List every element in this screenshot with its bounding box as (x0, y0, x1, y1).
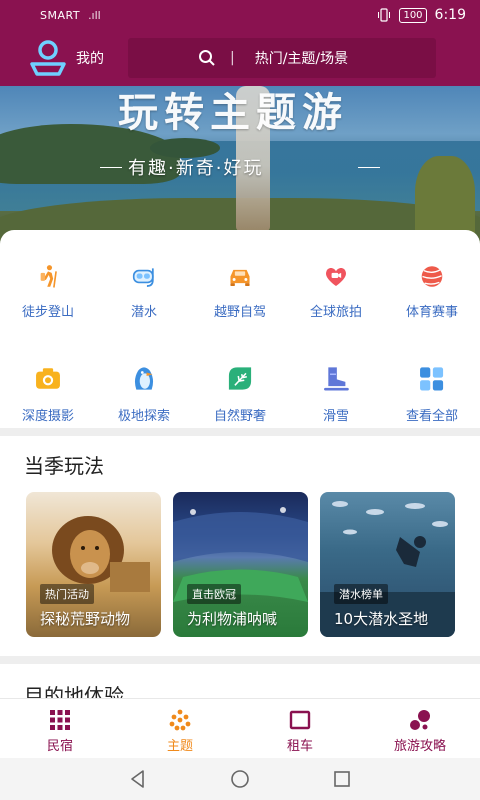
category-label: 深度摄影 (21, 409, 74, 424)
nav-car-rental[interactable]: 租车 (240, 699, 360, 758)
season-card[interactable]: 直击欧冠 为利物浦呐喊 (173, 492, 308, 637)
search-icon (199, 50, 215, 66)
card-tag: 热门活动 (40, 584, 94, 604)
category-label: 全球旅拍 (309, 305, 362, 320)
section-divider (0, 428, 480, 436)
search-divider: | (230, 50, 235, 66)
home-icon[interactable] (229, 768, 251, 790)
season-section-title: 当季玩法 (24, 454, 104, 478)
category-label: 极地探索 (117, 409, 170, 424)
signal-icon: .ıll (88, 8, 101, 22)
lion-image (52, 516, 150, 592)
category-label: 查看全部 (405, 409, 458, 424)
user-icon (30, 40, 66, 76)
clock: 6:19 (434, 7, 466, 23)
category-offroad[interactable]: 越野自驾 (192, 230, 288, 320)
section-divider (0, 656, 480, 664)
theme-banner[interactable]: 玩转主题游 有趣·新奇·好玩 (0, 86, 480, 246)
category-row-1: 徒步登山 潜水 越野自驾 全球旅拍 体育赛事 (0, 230, 480, 334)
card-tag: 直击欧冠 (187, 584, 241, 604)
bubbles-icon (410, 710, 430, 730)
system-nav-bar (0, 758, 480, 800)
theme-dots-icon (169, 709, 191, 731)
card-title: 探秘荒野动物 (40, 610, 131, 628)
grid-icon (420, 367, 444, 391)
season-card[interactable]: 潜水榜单 10大潜水圣地 (320, 492, 455, 637)
diving-mask-icon (132, 268, 154, 287)
category-row-2: 深度摄影 极地探索 自然野奢 滑雪 查看全部 (0, 334, 480, 424)
nav-theme[interactable]: 主题 (120, 699, 240, 758)
card-title: 为利物浦呐喊 (187, 610, 278, 628)
ski-boot-icon (324, 367, 349, 391)
category-label: 体育赛事 (405, 305, 458, 320)
penguin-icon (134, 367, 154, 390)
season-card[interactable]: 热门活动 探秘荒野动物 (26, 492, 161, 637)
recents-icon[interactable] (331, 768, 353, 790)
search-bar[interactable]: | 热门/主题/场景 (128, 38, 436, 78)
ball-icon (421, 266, 443, 287)
hiking-icon (40, 265, 57, 288)
battery-level: 100 (399, 7, 427, 23)
category-photography[interactable]: 深度摄影 (0, 334, 96, 424)
category-label: 徒步登山 (21, 305, 74, 320)
my-account-label: 我的 (76, 51, 104, 67)
card-title: 10大潜水圣地 (334, 610, 429, 628)
heart-camera-icon (326, 268, 346, 287)
category-view-all[interactable]: 查看全部 (384, 334, 480, 424)
season-cards: 热门活动 探秘荒野动物 直击欧冠 为利物浦呐喊 潜水榜单 10大潜水圣地 (26, 492, 455, 637)
my-account-button[interactable]: 我的 (0, 38, 128, 78)
category-global-photo[interactable]: 全球旅拍 (288, 230, 384, 320)
car-icon (230, 269, 250, 287)
nav-label: 旅游攻略 (393, 739, 446, 754)
app-header: 我的 | 热门/主题/场景 (0, 30, 480, 86)
category-label: 滑雪 (322, 409, 349, 424)
back-icon[interactable] (127, 768, 149, 790)
nav-label: 租车 (286, 739, 313, 754)
category-panel: 徒步登山 潜水 越野自驾 全球旅拍 体育赛事 深度摄影 极地探索 自然野奢 滑雪… (0, 230, 480, 430)
status-bar: SMART .ıll 100 6:19 (0, 0, 480, 30)
category-label: 越野自驾 (213, 305, 266, 320)
banner-subtitle: 有趣·新奇·好玩 (128, 158, 264, 179)
category-polar[interactable]: 极地探索 (96, 334, 192, 424)
banner-title: 玩转主题游 (118, 90, 348, 136)
leaf-icon (228, 367, 252, 390)
category-nature[interactable]: 自然野奢 (192, 334, 288, 424)
carrier-name: SMART (40, 8, 81, 22)
category-sports-events[interactable]: 体育赛事 (384, 230, 480, 320)
nav-label: 民宿 (46, 739, 73, 754)
category-diving[interactable]: 潜水 (96, 230, 192, 320)
vibrate-icon (378, 8, 391, 22)
category-hiking[interactable]: 徒步登山 (0, 230, 96, 320)
grid-dots-icon (50, 710, 70, 730)
camera-icon (36, 368, 60, 389)
search-placeholder: 热门/主题/场景 (254, 51, 349, 67)
category-label: 自然野奢 (213, 409, 266, 424)
nav-label: 主题 (166, 739, 193, 754)
square-icon (289, 710, 311, 730)
category-skiing[interactable]: 滑雪 (288, 334, 384, 424)
card-tag: 潜水榜单 (334, 584, 388, 604)
nav-homestay[interactable]: 民宿 (0, 699, 120, 758)
nav-travel-guide[interactable]: 旅游攻略 (360, 699, 480, 758)
category-label: 潜水 (130, 305, 157, 320)
bottom-nav: 民宿 主题 租车 旅游攻略 (0, 698, 480, 758)
